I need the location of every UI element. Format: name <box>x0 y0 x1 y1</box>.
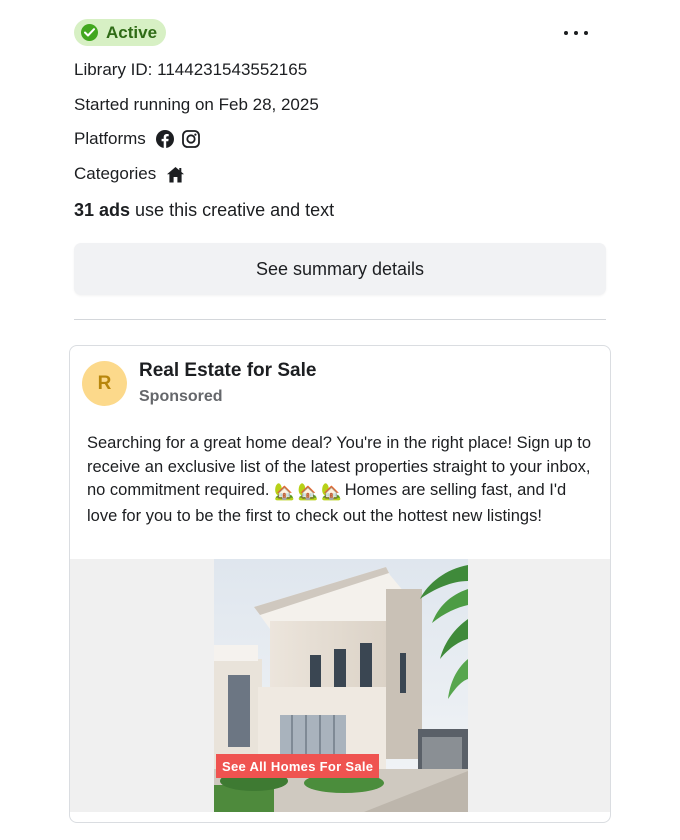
more-options-icon[interactable] <box>564 23 588 43</box>
cta-banner: See All Homes For Sale <box>216 754 380 778</box>
categories-label: Categories <box>74 164 157 183</box>
instagram-icon <box>181 130 200 148</box>
ad-creative-image[interactable]: See All Homes For Sale <box>214 559 468 812</box>
home-icon <box>166 166 185 183</box>
ads-count-text: 31 ads use this creative and text <box>74 200 334 221</box>
categories-row: Categories <box>74 164 185 184</box>
ad-body-text: Searching for a great home deal? You're … <box>87 432 599 528</box>
status-badge: Active <box>74 19 167 46</box>
divider <box>74 319 606 320</box>
see-summary-details-button[interactable]: See summary details <box>74 243 606 295</box>
house-icon: 🏡 <box>274 483 295 501</box>
platforms-label: Platforms <box>74 129 146 148</box>
avatar[interactable]: R <box>82 361 127 406</box>
start-date: Started running on Feb 28, 2025 <box>74 95 319 114</box>
house-icon: 🏡 <box>321 483 342 501</box>
status-label: Active <box>106 22 158 42</box>
advertiser-name[interactable]: Real Estate for Sale <box>139 360 316 382</box>
ad-preview-card: R Real Estate for Sale Sponsored Searchi… <box>69 345 611 823</box>
sponsored-label: Sponsored <box>139 388 223 405</box>
house-icon: 🏡 <box>297 483 319 501</box>
ads-count-suffix: use this creative and text <box>130 200 335 220</box>
check-circle-icon <box>81 24 98 41</box>
facebook-icon <box>155 130 174 148</box>
library-id: Library ID: 1144231543552165 <box>74 60 308 79</box>
ads-count: 31 ads <box>74 200 131 220</box>
ad-media: See All Homes For Sale <box>70 559 610 812</box>
platforms-row: Platforms <box>74 129 200 149</box>
status-row: Active <box>74 19 606 46</box>
